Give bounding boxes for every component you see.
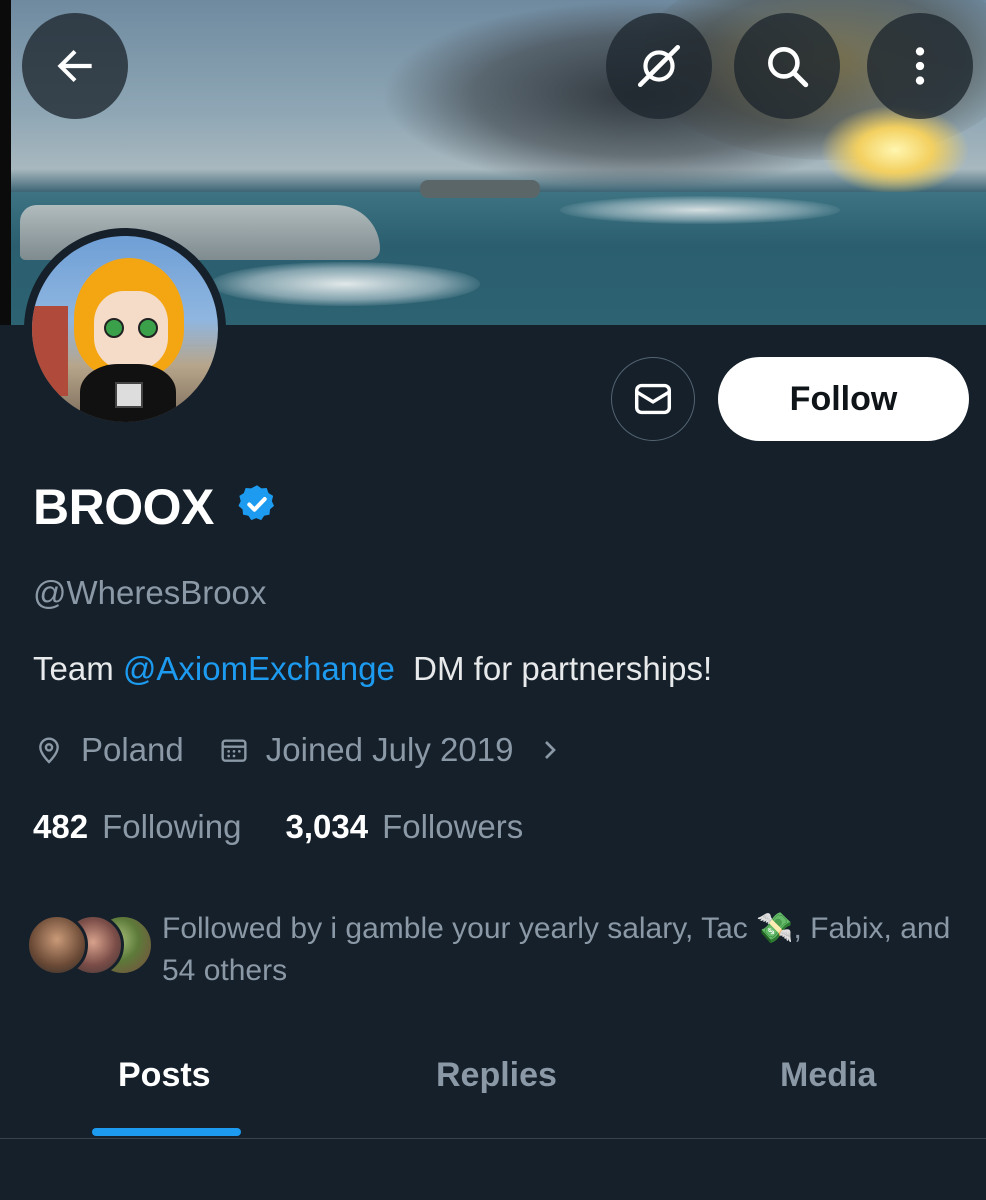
banner-wake xyxy=(560,196,840,224)
display-name: BROOX xyxy=(33,479,214,535)
tab-replies[interactable]: Replies xyxy=(436,1056,557,1095)
avatar-eye-left xyxy=(104,318,124,338)
avatar-image xyxy=(32,236,218,422)
tab-posts[interactable]: Posts xyxy=(118,1056,211,1095)
following-label: Following xyxy=(102,808,242,845)
user-handle: @WheresBroox xyxy=(33,574,267,611)
profile-bio: Team @AxiomExchange DM for partnerships! xyxy=(33,650,712,688)
follow-button[interactable]: Follow xyxy=(718,357,969,441)
banner-distant-ship xyxy=(420,180,540,198)
verified-badge-icon[interactable] xyxy=(235,482,279,526)
avatar-bg-building xyxy=(32,306,68,396)
more-button[interactable] xyxy=(867,13,973,119)
profile-tabs: Posts Replies Media xyxy=(0,1040,986,1139)
more-vertical-icon xyxy=(915,47,925,85)
avatar-shirt-logo xyxy=(115,382,143,408)
banner-explosion xyxy=(820,105,970,195)
location-pin-icon xyxy=(33,734,65,766)
joined-date-text[interactable]: Joined July 2019 xyxy=(266,731,514,769)
bio-text: Team xyxy=(33,650,123,687)
avatar[interactable] xyxy=(24,228,226,430)
following-stat[interactable]: 482 Following xyxy=(33,808,241,846)
message-button[interactable] xyxy=(611,357,695,441)
location-text: Poland xyxy=(81,731,184,768)
profile-meta: Poland Joined July 2019 xyxy=(33,728,561,772)
followers-stat[interactable]: 3,034 Followers xyxy=(285,808,523,846)
banner-wake-front xyxy=(210,262,480,306)
followers-count: 3,034 xyxy=(285,808,369,845)
grok-button[interactable] xyxy=(606,13,712,119)
followers-label: Followers xyxy=(382,808,524,845)
grok-slash-icon xyxy=(637,44,681,88)
banner-edge xyxy=(0,0,11,325)
back-button[interactable] xyxy=(22,13,128,119)
search-button[interactable] xyxy=(734,13,840,119)
envelope-icon xyxy=(634,383,672,415)
follow-stats: 482 Following 3,034 Followers xyxy=(33,808,523,846)
followed-by-section[interactable]: Followed by i gamble your yearly salary,… xyxy=(26,908,966,988)
followed-by-text: Followed by i gamble your yearly salary,… xyxy=(162,912,951,987)
arrow-left-icon xyxy=(57,49,92,83)
search-icon xyxy=(768,47,809,88)
active-tab-indicator xyxy=(92,1128,241,1136)
chevron-right-icon[interactable] xyxy=(539,734,561,766)
bio-mention-link[interactable]: @AxiomExchange xyxy=(123,650,395,687)
calendar-icon xyxy=(218,734,250,766)
tab-media[interactable]: Media xyxy=(780,1056,876,1095)
avatar-eye-right xyxy=(138,318,158,338)
following-count: 482 xyxy=(33,808,89,845)
bio-text-suffix: DM for partnerships! xyxy=(394,650,713,687)
follower-avatar xyxy=(26,914,88,976)
